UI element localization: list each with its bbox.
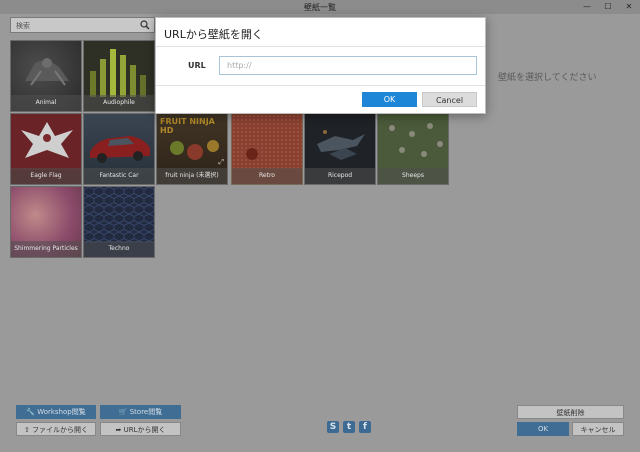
open-file-button[interactable]: ⇧ ファイルから開く	[16, 422, 96, 436]
wallpaper-title: Techno	[84, 241, 154, 257]
dialog-title: URLから壁紙を開く	[164, 28, 263, 41]
divider	[156, 85, 485, 86]
wallpaper-title: Eagle Flag	[11, 168, 81, 184]
url-field[interactable]	[219, 56, 477, 75]
window-title: 壁紙一覧	[304, 3, 336, 12]
search-placeholder: 検索	[16, 22, 30, 30]
workshop-browse-label: Workshop閲覧	[37, 408, 86, 416]
open-url-dialog: URLから壁紙を開く URL OK Cancel	[155, 17, 486, 114]
wallpaper-title: fruit ninja (未選択)	[157, 168, 227, 184]
animal-art	[25, 58, 69, 86]
techno-art	[84, 187, 154, 243]
share-arrow-icon: ➦	[115, 426, 122, 434]
audiophile-art	[90, 49, 146, 97]
wallpaper-thumb-ricepod[interactable]: Ricepod	[304, 113, 376, 185]
url-input[interactable]	[220, 57, 476, 74]
wallpaper-thumb-retro[interactable]: Retro	[231, 113, 303, 185]
open-url-label: URLから開く	[123, 426, 166, 434]
steam-icon[interactable]: S	[327, 421, 339, 433]
cancel-button[interactable]: キャンセル	[572, 422, 624, 436]
wallpaper-title: Retro	[232, 168, 302, 184]
preview-placeholder: 壁紙を選択してください	[498, 73, 597, 83]
wallpaper-thumb-shimmering-particles[interactable]: Shimmering Particles	[10, 186, 82, 258]
wrench-icon: 🔧	[26, 408, 35, 416]
facebook-icon[interactable]: f	[359, 421, 371, 433]
cart-icon: 🛒	[118, 408, 128, 416]
delete-wallpaper-button[interactable]: 壁紙削除	[517, 405, 624, 419]
minimize-button[interactable]: —	[580, 1, 594, 12]
car-art	[90, 136, 150, 163]
retro-art	[232, 114, 302, 170]
open-url-button[interactable]: ➦ URLから開く	[100, 422, 181, 436]
fruit-ninja-logo: FRUIT NINJA HD	[160, 117, 215, 135]
wallpaper-thumb-techno[interactable]: Techno	[83, 186, 155, 258]
wallpaper-thumb-sheeps[interactable]: Sheeps	[377, 113, 449, 185]
workshop-browse-button[interactable]: 🔧 Workshop閲覧	[16, 405, 96, 419]
ricepod-art	[317, 130, 365, 160]
wallpaper-title: Sheeps	[378, 168, 448, 184]
search-icon[interactable]	[140, 20, 150, 30]
wallpaper-thumb-audiophile[interactable]: Audiophile	[83, 40, 155, 112]
store-browse-button[interactable]: 🛒 Store閲覧	[100, 405, 181, 419]
wallpaper-thumb-fruit-ninja[interactable]: FRUIT NINJA HD ⤢ fruit ninja (未選択)	[156, 113, 228, 185]
url-label: URL	[188, 61, 206, 70]
wallpaper-title: Shimmering Particles	[11, 241, 81, 257]
search-box[interactable]: 検索	[10, 17, 155, 33]
pin-icon: ⤢	[218, 158, 224, 166]
dialog-cancel-button[interactable]: Cancel	[422, 92, 477, 107]
sheeps-art	[389, 123, 443, 157]
wallpaper-title: Ricepod	[305, 168, 375, 184]
store-browse-label: Store閲覧	[129, 408, 163, 416]
ok-button[interactable]: OK	[517, 422, 569, 436]
wallpaper-thumb-fantastic-car[interactable]: Fantastic Car	[83, 113, 155, 185]
wallpaper-thumb-eagle-flag[interactable]: Eagle Flag	[10, 113, 82, 185]
open-file-label: ファイルから開く	[32, 426, 89, 434]
wallpaper-title: Fantastic Car	[84, 168, 154, 184]
close-window-button[interactable]: ✕	[622, 1, 636, 12]
eagle-flag-art	[11, 114, 81, 170]
wallpaper-title: Animal	[11, 95, 81, 111]
wallpaper-title: Audiophile	[84, 95, 154, 111]
wallpaper-thumb-animal[interactable]: Animal	[10, 40, 82, 112]
maximize-button[interactable]: ☐	[601, 1, 615, 12]
divider	[156, 46, 485, 47]
upload-icon: ⇧	[23, 426, 30, 434]
twitter-icon[interactable]: t	[343, 421, 355, 433]
title-bar: 壁紙一覧 — ☐ ✕	[0, 0, 640, 14]
dialog-ok-button[interactable]: OK	[362, 92, 417, 107]
